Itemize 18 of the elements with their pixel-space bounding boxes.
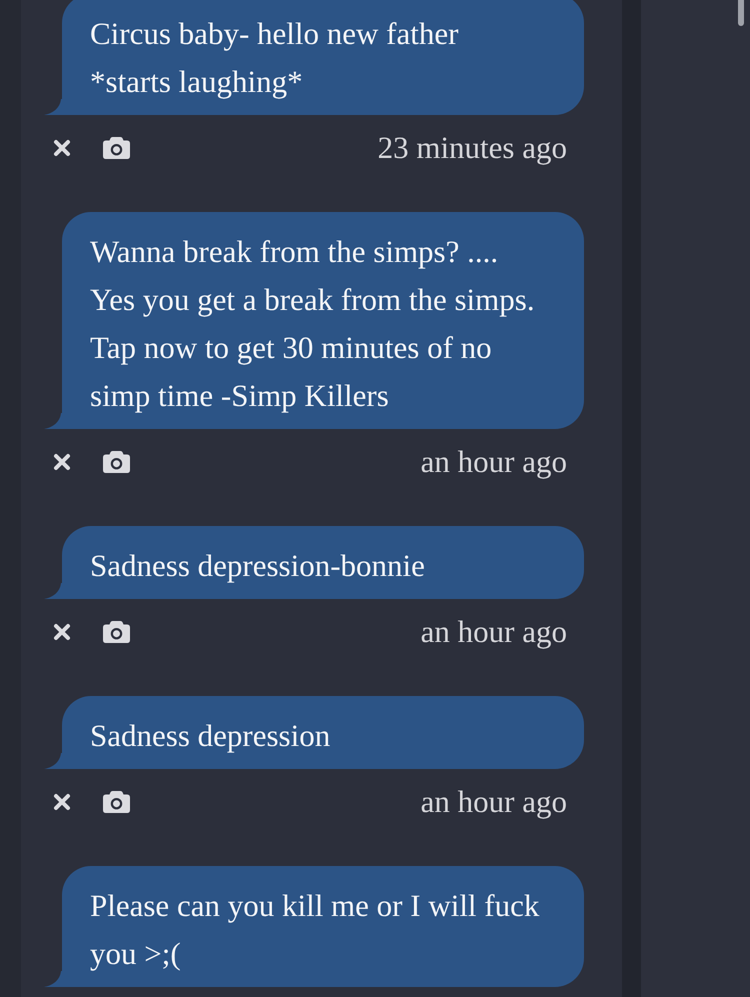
scrollbar-thumb[interactable] [738,0,744,26]
camera-icon[interactable] [103,451,130,473]
timestamp: an hour ago [420,443,567,481]
close-icon[interactable] [53,623,71,641]
message-text: Please can you kill me or I will fuck you >;( [90,887,540,973]
message-text: Circus baby- hello new father *starts laughing* [90,15,460,101]
message-text: Sadness depression [90,717,332,755]
camera-icon[interactable] [103,137,130,159]
close-icon[interactable] [53,453,71,471]
camera-icon[interactable] [103,621,130,643]
message-text: Wanna break from the simps? .... Yes you get a break from the simps. Tap now to get 30 minutes of no simp time -Simp Killers [90,233,536,415]
camera-icon[interactable] [103,791,130,813]
timestamp: an hour ago [420,613,567,651]
timestamp: an hour ago [420,783,567,821]
timestamp: 23 minutes ago [378,129,567,167]
close-icon[interactable] [53,793,71,811]
close-icon[interactable] [53,139,71,157]
message-text: Sadness depression-bonnie [90,547,426,585]
